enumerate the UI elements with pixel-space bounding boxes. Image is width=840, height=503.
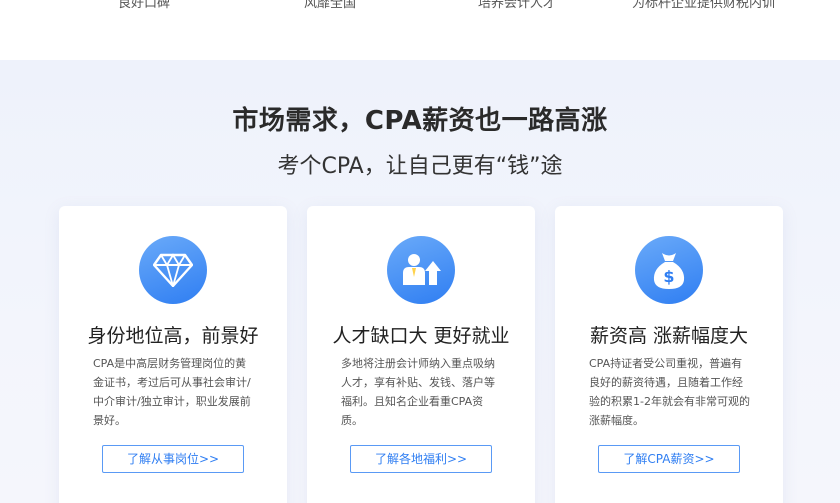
card-description: CPA是中高层财务管理岗位的黄金证书，考过后可从事社会审计/中介审计/独立审计，… — [93, 357, 251, 427]
card-title: 人才缺口大 更好就业 — [332, 325, 510, 347]
cpa-salary-section: 市场需求，CPA薪资也一路高涨 考个CPA，让自己更有“钱”途 身份地位高，前景… — [0, 60, 840, 503]
svg-text:$: $ — [663, 267, 674, 286]
top-feature-text: 培养会计人才 — [478, 0, 557, 11]
money-bag-icon: $ — [635, 236, 703, 304]
learn-benefits-button[interactable]: 了解各地福利>> — [350, 445, 492, 473]
top-feature-strip: 良好口碑 风靡全国 培养会计人才 为标杆企业提供财税内训 — [0, 0, 840, 60]
top-feature-text: 良好口碑 — [118, 0, 171, 11]
card-description: CPA持证者受公司重视，普遍有良好的薪资待遇，且随着工作经验的积累1-2年就会有… — [589, 357, 750, 427]
top-feature-text: 风靡全国 — [304, 0, 357, 11]
card-description: 多地将注册会计师纳入重点吸纳人才，享有补贴、发钱、落户等福利。且知名企业看重CP… — [341, 357, 495, 427]
top-feature-text: 为标杆企业提供财税内训 — [632, 0, 776, 11]
benefit-card-salary: $ 薪资高 涨薪幅度大 CPA持证者受公司重视，普遍有良好的薪资待遇，且随着工作… — [555, 206, 783, 503]
card-title: 薪资高 涨薪幅度大 — [589, 325, 749, 347]
benefit-card-employment: 人才缺口大 更好就业 多地将注册会计师纳入重点吸纳人才，享有补贴、发钱、落户等福… — [307, 206, 535, 503]
person-growth-icon — [387, 236, 455, 304]
learn-salary-button[interactable]: 了解CPA薪资>> — [598, 445, 740, 473]
section-subtitle: 考个CPA，让自己更有“钱”途 — [277, 154, 563, 179]
learn-positions-button[interactable]: 了解从事岗位>> — [102, 445, 244, 473]
card-title: 身份地位高，前景好 — [87, 325, 259, 347]
section-title: 市场需求，CPA薪资也一路高涨 — [232, 106, 608, 136]
benefit-card-status: 身份地位高，前景好 CPA是中高层财务管理岗位的黄金证书，考过后可从事社会审计/… — [59, 206, 287, 503]
diamond-icon — [139, 236, 207, 304]
